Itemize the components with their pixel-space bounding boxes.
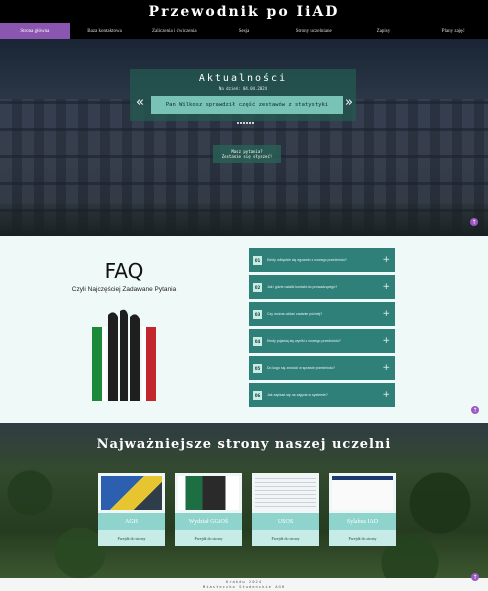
faq-number: 03 — [253, 309, 262, 319]
plus-icon[interactable]: + — [382, 363, 390, 373]
news-slide: Pan Wilkosz sprawdził część zestawów z s… — [151, 96, 343, 114]
faq-question: Kiedy odbędzie się egzamin z nowego prze… — [267, 258, 347, 262]
card-ggios[interactable]: Wydział GGiOŚ Przejdź do strony — [175, 473, 242, 546]
scroll-up-icon[interactable]: ↑ — [470, 218, 478, 226]
syllabus-thumbnail — [332, 476, 393, 510]
main-nav: Strona główna Baza kontaktowa Zaliczenia… — [0, 23, 488, 39]
faq-subtitle: Czyli Najczęściej Zadawane Pytania — [71, 286, 177, 293]
university-pages-section: Najważniejsze strony naszej uczelni AGH … — [0, 423, 488, 578]
section-title: Najważniejsze strony naszej uczelni — [96, 437, 392, 452]
faq-item[interactable]: 06 Jak zapisać się na zajęcia w systemie… — [249, 383, 395, 407]
card-agh[interactable]: AGH Przejdź do strony — [98, 473, 165, 546]
hero-section: Aktualności Na dzień: 04.04.2024 « Pan W… — [0, 39, 488, 236]
card-usos[interactable]: USOS Przejdź do strony — [252, 473, 319, 546]
card-link[interactable]: Przejdź do strony — [175, 530, 242, 546]
usos-thumbnail — [255, 476, 316, 510]
plus-icon[interactable]: + — [382, 390, 390, 400]
faq-list: 01 Kiedy odbędzie się egzamin z nowego p… — [249, 248, 395, 410]
agh-thumbnail — [101, 476, 162, 510]
card-title: AGH — [98, 513, 165, 530]
contact-button[interactable]: Masz pytania? Zostanie się słyszeć! — [213, 145, 281, 163]
faq-item[interactable]: 04 Kiedy pojawią się wyniki z nowego prz… — [249, 329, 395, 353]
slider-dots[interactable] — [237, 122, 254, 124]
ggios-thumbnail — [178, 476, 239, 510]
faq-number: 01 — [253, 255, 262, 265]
site-title: Przewodnik po IiAD — [148, 3, 340, 20]
faq-question: Jak i gdzie ustalić kontakt do prowadząc… — [267, 285, 338, 289]
nav-item-schedules[interactable]: Plany zajęć — [418, 23, 488, 39]
card-title: Sylabus IAD — [329, 513, 396, 530]
faq-item[interactable]: 05 Do kogo się zwrócić w sprawie przedmi… — [249, 356, 395, 380]
faq-question: Kiedy pojawią się wyniki z nowego przedm… — [267, 339, 341, 343]
nav-item-classes[interactable]: Zaliczenia i ćwiczenia — [139, 23, 209, 39]
faq-number: 04 — [253, 336, 262, 346]
plus-icon[interactable]: + — [382, 255, 390, 265]
faq-question: Jak zapisać się na zajęcia w systemie? — [267, 393, 328, 397]
site-header: Przewodnik po IiAD — [0, 0, 488, 23]
chevron-double-left-icon[interactable]: « — [136, 95, 144, 110]
faq-number: 05 — [253, 363, 262, 373]
card-title: USOS — [252, 513, 319, 530]
faq-section: FAQ Czyli Najczęściej Zadawane Pytania 0… — [0, 236, 488, 423]
card-link[interactable]: Przejdź do strony — [252, 530, 319, 546]
nav-item-home[interactable]: Strona główna — [0, 23, 70, 39]
card-link[interactable]: Przejdź do strony — [329, 530, 396, 546]
faq-title: FAQ — [104, 259, 144, 283]
footer-line: Miasteczko Studenckie AGH — [202, 584, 286, 589]
plus-icon[interactable]: + — [382, 282, 390, 292]
nav-item-enrollment[interactable]: Zapisy — [349, 23, 419, 39]
plus-icon[interactable]: + — [382, 336, 390, 346]
faq-question: Czy można oddać zadanie później? — [267, 312, 323, 316]
scroll-up-icon[interactable]: ↑ — [471, 406, 479, 414]
faq-question: Do kogo się zwrócić w sprawie przedmiotu… — [267, 366, 335, 370]
footer: Kraków 2024 Miasteczko Studenckie AGH — [0, 578, 488, 591]
scroll-up-icon[interactable]: ↑ — [471, 573, 479, 581]
card-link[interactable]: Przejdź do strony — [98, 530, 165, 546]
faq-item[interactable]: 03 Czy można oddać zadanie później? + — [249, 302, 395, 326]
news-date: Na dzień: 04.04.2024 — [218, 86, 268, 91]
chevron-double-right-icon[interactable]: » — [345, 95, 353, 110]
agh-logo-icon — [92, 309, 156, 401]
faq-number: 02 — [253, 282, 262, 292]
plus-icon[interactable]: + — [382, 309, 390, 319]
faq-item[interactable]: 01 Kiedy odbędzie się egzamin z nowego p… — [249, 248, 395, 272]
card-syllabus[interactable]: Sylabus IAD Przejdź do strony — [329, 473, 396, 546]
nav-item-contacts[interactable]: Baza kontaktowa — [70, 23, 140, 39]
nav-item-session[interactable]: Sesja — [209, 23, 279, 39]
news-title: Aktualności — [198, 73, 288, 84]
faq-item[interactable]: 02 Jak i gdzie ustalić kontakt do prowad… — [249, 275, 395, 299]
faq-number: 06 — [253, 390, 262, 400]
nav-item-university-pages[interactable]: Strony uczelniane — [279, 23, 349, 39]
card-title: Wydział GGiOŚ — [175, 513, 242, 530]
